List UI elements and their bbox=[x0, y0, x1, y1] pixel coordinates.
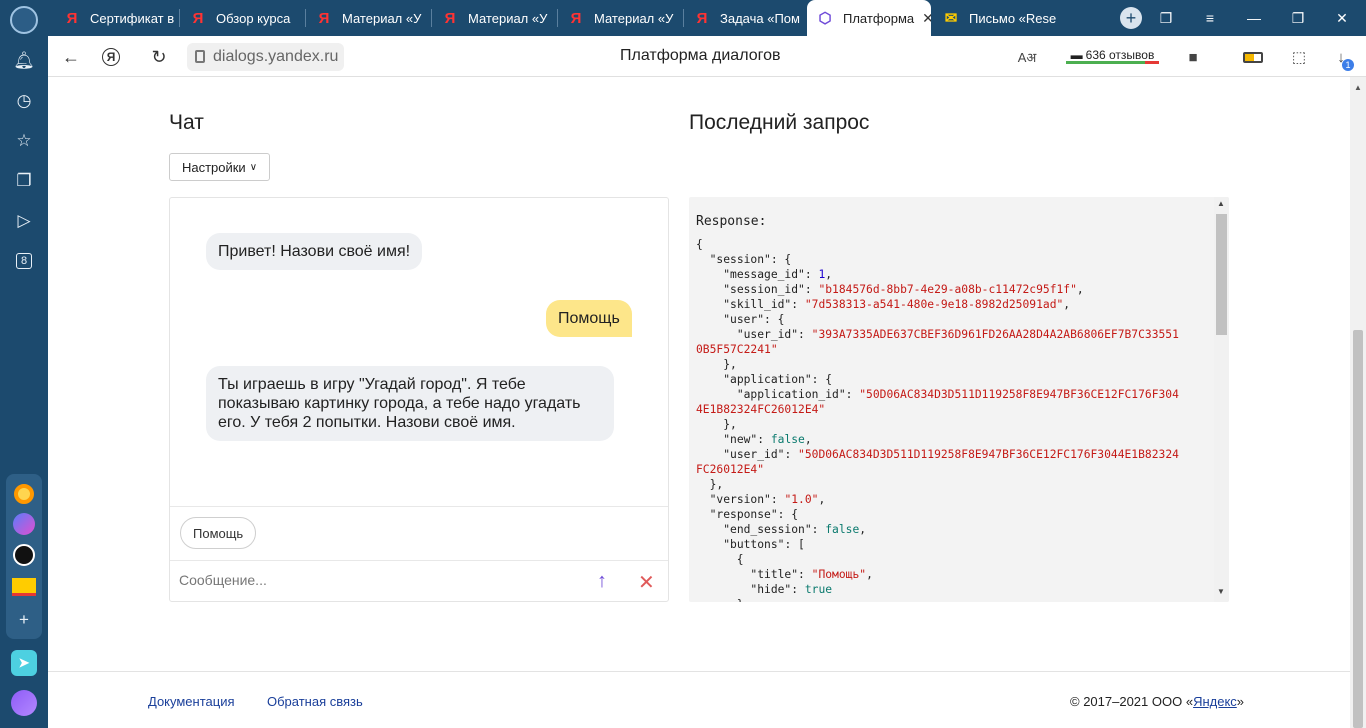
close-tab-icon[interactable]: ✕ bbox=[922, 10, 931, 27]
scroll-up-icon[interactable]: ▲ bbox=[1354, 83, 1362, 92]
docs-link[interactable]: Документация bbox=[148, 694, 235, 709]
chat-panel: Привет! Назови своё имя! Помощь Ты играе… bbox=[169, 197, 669, 602]
chat-heading: Чат bbox=[169, 111, 204, 134]
alice-station-app-icon[interactable] bbox=[10, 542, 38, 568]
message-input[interactable]: Сообщение... bbox=[179, 572, 267, 588]
tab-active[interactable]: ⬡ Платформа ✕ bbox=[807, 0, 931, 36]
history-icon[interactable]: ◷ bbox=[9, 86, 39, 116]
back-icon[interactable]: ← bbox=[58, 44, 84, 70]
divider bbox=[170, 506, 668, 507]
close-window-icon[interactable]: ✕ bbox=[1322, 0, 1362, 36]
yandex-icon: Я bbox=[444, 9, 456, 27]
new-tab-button[interactable]: + bbox=[1120, 7, 1142, 29]
sidebar-badge[interactable]: 8 bbox=[9, 246, 39, 276]
reviews-button[interactable]: ▬ 636 отзывов bbox=[1066, 42, 1159, 68]
bot-message: Привет! Назови своё имя! bbox=[206, 233, 423, 270]
bookmarks-star-icon[interactable]: ☆ bbox=[9, 126, 39, 156]
scroll-thumb[interactable] bbox=[1216, 214, 1227, 335]
yandex-link[interactable]: Яндекс bbox=[1193, 694, 1237, 709]
response-scrollbar[interactable]: ▲ ▼ bbox=[1214, 197, 1229, 602]
mail-icon: ✉ bbox=[944, 10, 958, 27]
url-field[interactable]: dialogs.yandex.ru bbox=[187, 43, 345, 71]
feedback-link[interactable]: Обратная связь bbox=[267, 694, 363, 709]
tab-0[interactable]: Я Сертификат в bbox=[54, 0, 180, 36]
yandex-icon: Я bbox=[570, 9, 582, 27]
copyright: © 2017–2021 ООО «Яндекс» bbox=[1070, 694, 1245, 709]
extensions-icon[interactable]: ⬚ bbox=[1286, 45, 1312, 69]
reload-icon[interactable]: ↻ bbox=[146, 44, 172, 70]
tab-1[interactable]: Я Обзор курса bbox=[180, 0, 306, 36]
settings-dropdown[interactable]: Настройки ∨ bbox=[169, 153, 270, 181]
scroll-down-icon[interactable]: ▼ bbox=[1217, 587, 1225, 596]
divider bbox=[170, 560, 668, 561]
yandex-icon: Я bbox=[192, 9, 204, 27]
page-scroll-thumb[interactable] bbox=[1353, 330, 1363, 728]
cube-icon: ⬡ bbox=[818, 10, 832, 27]
response-panel: Response: { "session": { "message_id": 1… bbox=[689, 197, 1229, 602]
yandex-icon: Я bbox=[696, 9, 708, 27]
tab-3[interactable]: Я Материал «У bbox=[432, 0, 558, 36]
page-title: Платформа диалогов bbox=[620, 47, 781, 64]
clear-icon[interactable]: ✕ bbox=[638, 570, 655, 595]
footer: Документация Обратная связь © 2017–2021 … bbox=[48, 671, 1350, 728]
user-message: Помощь bbox=[546, 300, 632, 337]
translate-icon[interactable]: Aअ bbox=[1014, 45, 1040, 69]
scroll-up-icon[interactable]: ▲ bbox=[1217, 199, 1225, 208]
reviews-rating-bar bbox=[1066, 61, 1159, 64]
tab-5[interactable]: Я Задача «Пом bbox=[684, 0, 810, 36]
music-app-icon[interactable] bbox=[10, 481, 38, 507]
tabs-overview-icon[interactable]: ❐ bbox=[1146, 0, 1186, 36]
yandex-home-icon[interactable]: Я bbox=[102, 48, 120, 66]
browser-sidebar: 🔔︎ ◷ ☆ ❐ ▷ 8 + ➤ bbox=[0, 0, 48, 728]
mail-app-icon[interactable] bbox=[10, 574, 38, 600]
minimize-icon[interactable]: — bbox=[1234, 0, 1274, 36]
address-bar: ← Я ↻ dialogs.yandex.ru Платформа диалог… bbox=[48, 36, 1366, 77]
tab-bar: Я Сертификат в Я Обзор курса Я Материал «У … bbox=[48, 0, 1366, 36]
add-app-icon[interactable]: + bbox=[9, 605, 39, 635]
bot-message: Ты играешь в игру "Угадай город". Я тебе… bbox=[206, 366, 614, 441]
downloads-badge: 1 bbox=[1342, 59, 1354, 71]
collections-icon[interactable]: ❐ bbox=[9, 166, 39, 196]
battery-icon[interactable] bbox=[1240, 45, 1266, 69]
response-label: Response: bbox=[696, 214, 767, 229]
alice-icon[interactable] bbox=[10, 690, 38, 716]
profile-avatar[interactable] bbox=[10, 6, 38, 34]
notifications-icon[interactable]: 🔔︎ bbox=[9, 46, 39, 76]
video-play-icon[interactable]: ▷ bbox=[9, 206, 39, 236]
send-arrow-icon[interactable]: ↑ bbox=[597, 570, 607, 593]
page-content: Чат Последний запрос Настройки ∨ Привет! … bbox=[48, 77, 1350, 728]
comment-icon: ▬ bbox=[1070, 48, 1083, 62]
menu-icon[interactable]: ≡ bbox=[1190, 0, 1230, 36]
yandex-icon: Я bbox=[318, 9, 330, 27]
restore-icon[interactable]: ❐ bbox=[1278, 0, 1318, 36]
messenger-app-icon[interactable] bbox=[10, 511, 38, 537]
downloads-icon[interactable]: ↓ 1 bbox=[1328, 45, 1354, 71]
quick-reply-button[interactable]: Помощь bbox=[180, 517, 257, 549]
yandex-icon: Я bbox=[66, 9, 78, 27]
tab-2[interactable]: Я Материал «У bbox=[306, 0, 432, 36]
lock-icon bbox=[195, 50, 205, 63]
page-scrollbar[interactable]: ▲ bbox=[1350, 77, 1366, 728]
send-app-icon[interactable]: ➤ bbox=[10, 650, 38, 676]
last-request-heading: Последний запрос bbox=[689, 111, 870, 134]
chevron-down-icon: ∨ bbox=[249, 161, 258, 173]
bookmark-icon[interactable]: ■ bbox=[1180, 45, 1206, 69]
tab-7[interactable]: ✉ Письмо «Rese bbox=[933, 0, 1059, 36]
tab-4[interactable]: Я Материал «У bbox=[558, 0, 684, 36]
response-json: { "session": { "message_id": 1, "session… bbox=[696, 238, 1179, 602]
